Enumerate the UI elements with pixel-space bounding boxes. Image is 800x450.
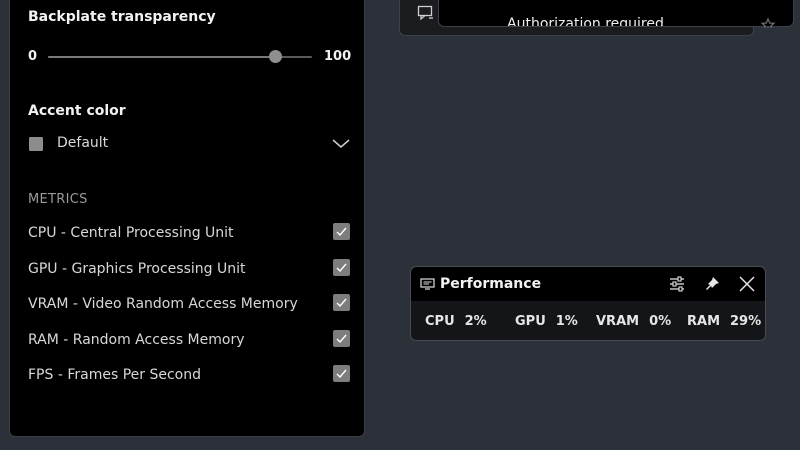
- checkmark-icon: [336, 334, 347, 344]
- chat-screen-icon: [417, 5, 433, 21]
- slider-max-label: 100: [324, 49, 352, 64]
- stat-name: GPU: [515, 314, 546, 329]
- metrics-section-header: METRICS: [28, 192, 88, 207]
- metric-row-cpu: CPU - Central Processing Unit: [28, 223, 350, 247]
- checkmark-icon: [336, 263, 347, 273]
- checkmark-icon: [336, 227, 347, 237]
- checkmark-icon: [336, 369, 347, 379]
- transparency-slider[interactable]: [48, 50, 312, 63]
- stat-value: 0%: [649, 314, 672, 329]
- accent-color-value: Default: [57, 135, 109, 151]
- accent-color-dropdown[interactable]: Default: [28, 133, 350, 157]
- desktop: Backplate transparency 0 100 Accent colo…: [0, 0, 800, 450]
- options-sliders-icon[interactable]: [667, 275, 687, 293]
- monitor-icon: [420, 278, 435, 290]
- slider-fill: [48, 56, 276, 58]
- stat-name: CPU: [425, 314, 455, 329]
- metric-checkbox-gpu[interactable]: [333, 259, 350, 276]
- metric-label: VRAM - Video Random Access Memory: [28, 296, 298, 312]
- metric-checkbox-ram[interactable]: [333, 330, 350, 347]
- close-icon[interactable]: [737, 275, 757, 293]
- stat-value: 29%: [730, 314, 762, 329]
- metric-label: RAM - Random Access Memory: [28, 332, 245, 348]
- metric-label: FPS - Frames Per Second: [28, 367, 201, 383]
- stat-value: 1%: [555, 314, 578, 329]
- checkmark-icon: [336, 298, 347, 308]
- stat-cpu: CPU 2%: [425, 314, 487, 329]
- notification-card[interactable]: Authorization required: [438, 0, 794, 27]
- widget-settings-panel: Backplate transparency 0 100 Accent colo…: [9, 0, 365, 437]
- metric-row-gpu: GPU - Graphics Processing Unit: [28, 259, 350, 283]
- stat-vram: VRAM 0%: [596, 314, 671, 329]
- star-icon[interactable]: [760, 16, 776, 28]
- metric-row-fps: FPS - Frames Per Second: [28, 365, 350, 389]
- metric-checkbox-vram[interactable]: [333, 294, 350, 311]
- stat-name: VRAM: [596, 314, 640, 329]
- stat-name: RAM: [687, 314, 721, 329]
- stat-ram: RAM 29%: [687, 314, 761, 329]
- metric-row-ram: RAM - Random Access Memory: [28, 330, 350, 354]
- stat-gpu: GPU 1%: [515, 314, 578, 329]
- accent-color-label: Accent color: [28, 103, 126, 119]
- slider-min-label: 0: [28, 49, 38, 64]
- performance-titlebar[interactable]: Performance: [411, 267, 765, 301]
- metric-label: CPU - Central Processing Unit: [28, 225, 234, 241]
- metric-row-vram: VRAM - Video Random Access Memory: [28, 294, 350, 318]
- pin-icon[interactable]: [702, 275, 722, 293]
- metric-checkbox-cpu[interactable]: [333, 223, 350, 240]
- performance-widget: Performance CPU 2% GPU 1% VRAM 0% RAM 29…: [410, 266, 766, 341]
- accent-color-swatch: [29, 137, 43, 151]
- performance-stats: CPU 2% GPU 1% VRAM 0% RAM 29%: [411, 314, 765, 334]
- backplate-transparency-label: Backplate transparency: [28, 9, 216, 25]
- metric-label: GPU - Graphics Processing Unit: [28, 261, 246, 277]
- chevron-down-icon: [332, 139, 350, 148]
- slider-thumb[interactable]: [269, 50, 283, 63]
- metric-checkbox-fps[interactable]: [333, 365, 350, 382]
- stat-value: 2%: [464, 314, 487, 329]
- performance-title: Performance: [440, 276, 542, 292]
- notification-text: Authorization required: [507, 16, 664, 27]
